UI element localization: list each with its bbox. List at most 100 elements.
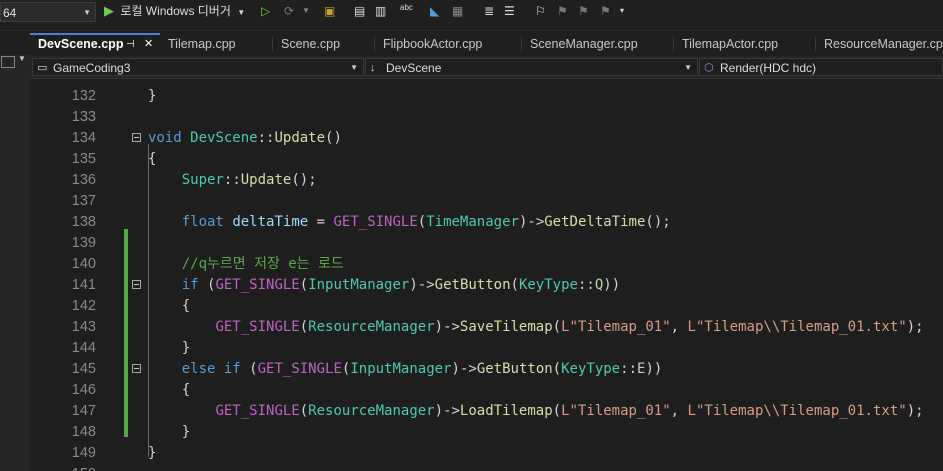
platform-dropdown[interactable]: 64 ▼ — [0, 2, 96, 22]
code-line[interactable]: 131 ... — [30, 79, 943, 86]
code-text: if (GET_SINGLE(InputManager)->GetButton(… — [181, 277, 621, 293]
code-text: } — [181, 424, 191, 440]
tab-devscene[interactable]: DevScene.cpp ⊣ ✕ — [30, 33, 160, 55]
code-text: //q누르면 저장 e는 로드 — [148, 256, 344, 272]
chevron-down-icon[interactable]: ▼ — [302, 0, 310, 22]
code-text: { — [181, 298, 191, 314]
line-number: 144 — [71, 340, 96, 356]
bookmark-list-icon[interactable]: ▦ — [452, 0, 463, 22]
clear-bookmarks-icon[interactable]: ⚑ — [600, 0, 611, 22]
line-number: 141 — [71, 277, 96, 293]
spellcheck-icon[interactable]: abc — [400, 0, 413, 19]
prev-bookmark-icon[interactable]: ⚑ — [557, 0, 568, 22]
platform-value: 64 — [3, 6, 17, 20]
project-label: GameCoding3 — [53, 61, 131, 75]
play-icon: ▶ — [104, 3, 114, 18]
line-number: 131 — [30, 79, 96, 86]
chevron-down-icon: ▼ — [83, 8, 91, 17]
line-number: 136 — [71, 172, 96, 188]
code-line[interactable]: 134 void DevScene::Update() — [30, 128, 943, 149]
tab-label: ResourceManager.cpp — [824, 37, 943, 51]
code-line[interactable]: 132} — [30, 86, 943, 107]
start-debug-button[interactable]: ▶ 로컬 Windows 디버거 ▼ — [104, 0, 245, 22]
code-line[interactable]: 135 { — [30, 149, 943, 170]
format-icon[interactable]: ▥ — [375, 0, 386, 22]
line-number: 149 — [71, 445, 96, 461]
line-number: 142 — [71, 298, 96, 314]
hot-reload-icon[interactable]: ⟳ — [284, 0, 294, 22]
uncomment-lines-icon[interactable]: ☰ — [504, 0, 515, 22]
chevron-down-icon: ▼ — [237, 8, 246, 17]
folder-icon[interactable]: ▣ — [324, 0, 335, 22]
code-line[interactable]: 138 float deltaTime = GET_SINGLE(TimeMan… — [30, 212, 943, 233]
start-without-debug-icon[interactable]: ▷ — [261, 0, 270, 22]
solution-icon[interactable] — [1, 56, 15, 68]
code-text: else if (GET_SINGLE(InputManager)->GetBu… — [181, 361, 663, 377]
project-icon: ▭ — [37, 62, 48, 74]
line-number: 140 — [71, 256, 96, 272]
tab-resourcemanager[interactable]: ResourceManager.cpp — [816, 33, 943, 55]
tab-label: FlipbookActor.cpp — [383, 37, 483, 51]
tab-scenemanager[interactable]: SceneManager.cpp — [522, 33, 674, 55]
code-line[interactable]: 145 else if (GET_SINGLE(InputManager)->G… — [30, 359, 943, 380]
collapse-icon[interactable] — [132, 364, 141, 373]
code-line[interactable]: 141 if (GET_SINGLE(InputManager)->GetBut… — [30, 275, 943, 296]
line-number: 146 — [71, 382, 96, 398]
code-line[interactable]: 140 //q누르면 저장 e는 로드 — [30, 254, 943, 275]
tab-tilemap[interactable]: Tilemap.cpp — [160, 33, 273, 55]
code-text: } — [148, 88, 157, 104]
code-editor[interactable]: 131 ...132}133134void DevScene::Update()… — [30, 79, 943, 471]
tab-tilemapactor[interactable]: TilemapActor.cpp — [674, 33, 816, 55]
code-line[interactable]: 137 — [30, 191, 943, 212]
code-line[interactable]: 142 { — [30, 296, 943, 317]
pin-icon[interactable]: ⊣ — [126, 35, 135, 54]
code-line[interactable]: 136 Super::Update(); — [30, 170, 943, 191]
comment-lines-icon[interactable]: ≣ — [484, 0, 494, 22]
tab-scene[interactable]: Scene.cpp — [273, 33, 375, 55]
chevron-down-icon[interactable]: ▼ — [18, 54, 26, 63]
project-dropdown[interactable]: ▭ GameCoding3 ▼ — [32, 58, 364, 76]
navigation-bar: ▭ GameCoding3 ▼ ↓ DevScene ▼ ⬡ Render(HD… — [30, 56, 943, 79]
code-text: GET_SINGLE(ResourceManager)->SaveTilemap… — [215, 319, 924, 335]
document-tabs: DevScene.cpp ⊣ ✕ Tilemap.cpp Scene.cpp F… — [0, 33, 943, 55]
code-line[interactable]: 150 — [30, 464, 943, 471]
member-dropdown[interactable]: ⬡ Render(HDC hdc) — [699, 58, 943, 76]
layout-icon[interactable]: ▤ — [354, 0, 365, 22]
line-number: 135 — [71, 151, 96, 167]
next-bookmark-icon[interactable]: ⚑ — [578, 0, 589, 22]
collapse-icon[interactable] — [132, 280, 141, 289]
code-line[interactable]: 139 — [30, 233, 943, 254]
left-tool-strip: ⚙ ⊣ ▼ — [0, 33, 31, 471]
collapse-icon[interactable] — [132, 133, 141, 142]
code-line[interactable]: 133 — [30, 107, 943, 128]
code-text: void DevScene::Update() — [148, 130, 342, 146]
step-icon[interactable]: ◣ — [430, 0, 439, 22]
line-number: 139 — [71, 235, 96, 251]
scope-label: DevScene — [386, 61, 442, 75]
code-line[interactable]: 149} — [30, 443, 943, 464]
method-cube-icon: ⬡ — [704, 62, 714, 74]
main-toolbar: 64 ▼ ▶ 로컬 Windows 디버거 ▼ ▷ ⟳ ▼ ▣ ▤ ▥ abc … — [0, 0, 943, 31]
member-label: Render(HDC hdc) — [720, 61, 817, 75]
code-line[interactable]: 146 { — [30, 380, 943, 401]
code-line[interactable]: 148 } — [30, 422, 943, 443]
code-text: { — [148, 151, 157, 167]
code-line[interactable]: 147 GET_SINGLE(ResourceManager)->LoadTil… — [30, 401, 943, 422]
line-number: 137 — [71, 193, 96, 209]
tab-flipbookactor[interactable]: FlipbookActor.cpp — [375, 33, 522, 55]
scope-dropdown[interactable]: ↓ DevScene ▼ — [365, 58, 698, 76]
code-line[interactable]: 143 GET_SINGLE(ResourceManager)->SaveTil… — [30, 317, 943, 338]
overflow-icon[interactable]: ▾ — [620, 0, 624, 22]
line-number: 147 — [71, 403, 96, 419]
line-number: 138 — [71, 214, 96, 230]
bookmark-icon[interactable]: ⚐ — [535, 0, 546, 22]
code-text: float deltaTime = GET_SINGLE(TimeManager… — [181, 214, 671, 230]
tab-label: DevScene.cpp — [38, 37, 124, 51]
tab-label: TilemapActor.cpp — [682, 37, 779, 51]
line-number: 150 — [30, 464, 96, 471]
code-line[interactable]: 144 } — [30, 338, 943, 359]
code-text: Super::Update(); — [181, 172, 317, 188]
scope-arrow-icon: ↓ — [370, 62, 376, 74]
code-text: } — [148, 445, 157, 461]
close-icon[interactable]: ✕ — [144, 35, 153, 54]
